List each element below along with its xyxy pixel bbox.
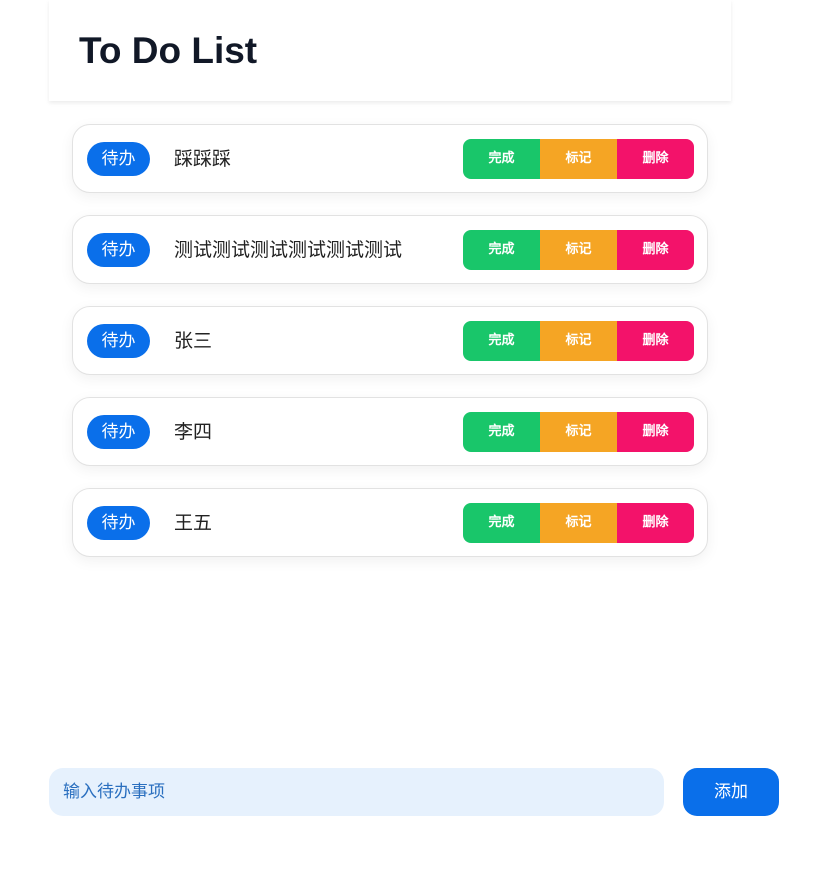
- mark-button[interactable]: 标记: [540, 412, 617, 452]
- complete-button[interactable]: 完成: [463, 321, 540, 361]
- complete-button[interactable]: 完成: [463, 139, 540, 179]
- todo-item: 待办 张三 完成 标记 删除: [72, 306, 708, 375]
- todo-list: 待办 踩踩踩 完成 标记 删除 待办 测试测试测试测试测试测试 完成 标记 删除…: [72, 124, 708, 579]
- add-button[interactable]: 添加: [683, 768, 779, 816]
- status-badge: 待办: [87, 506, 150, 540]
- todo-item: 待办 踩踩踩 完成 标记 删除: [72, 124, 708, 193]
- complete-button[interactable]: 完成: [463, 230, 540, 270]
- todo-actions: 完成 标记 删除: [463, 412, 694, 452]
- mark-button[interactable]: 标记: [540, 230, 617, 270]
- delete-button[interactable]: 删除: [617, 139, 694, 179]
- todo-text: 踩踩踩: [174, 148, 232, 170]
- delete-button[interactable]: 删除: [617, 412, 694, 452]
- todo-actions: 完成 标记 删除: [463, 321, 694, 361]
- status-badge: 待办: [87, 415, 150, 449]
- mark-button[interactable]: 标记: [540, 139, 617, 179]
- todo-text: 王五: [174, 512, 213, 534]
- todo-input[interactable]: [49, 768, 664, 816]
- todo-actions: 完成 标记 删除: [463, 503, 694, 543]
- mark-button[interactable]: 标记: [540, 503, 617, 543]
- complete-button[interactable]: 完成: [463, 412, 540, 452]
- delete-button[interactable]: 删除: [617, 321, 694, 361]
- todo-item: 待办 测试测试测试测试测试测试 完成 标记 删除: [72, 215, 708, 284]
- todo-actions: 完成 标记 删除: [463, 230, 694, 270]
- todo-item: 待办 李四 完成 标记 删除: [72, 397, 708, 466]
- delete-button[interactable]: 删除: [617, 230, 694, 270]
- todo-actions: 完成 标记 删除: [463, 139, 694, 179]
- complete-button[interactable]: 完成: [463, 503, 540, 543]
- todo-item: 待办 王五 完成 标记 删除: [72, 488, 708, 557]
- todo-text: 李四: [174, 421, 213, 443]
- status-badge: 待办: [87, 233, 150, 267]
- delete-button[interactable]: 删除: [617, 503, 694, 543]
- app-header: To Do List: [49, 0, 731, 101]
- status-badge: 待办: [87, 324, 150, 358]
- todo-text: 测试测试测试测试测试测试: [174, 239, 403, 261]
- mark-button[interactable]: 标记: [540, 321, 617, 361]
- status-badge: 待办: [87, 142, 150, 176]
- page-title: To Do List: [79, 30, 258, 71]
- todo-text: 张三: [174, 330, 213, 352]
